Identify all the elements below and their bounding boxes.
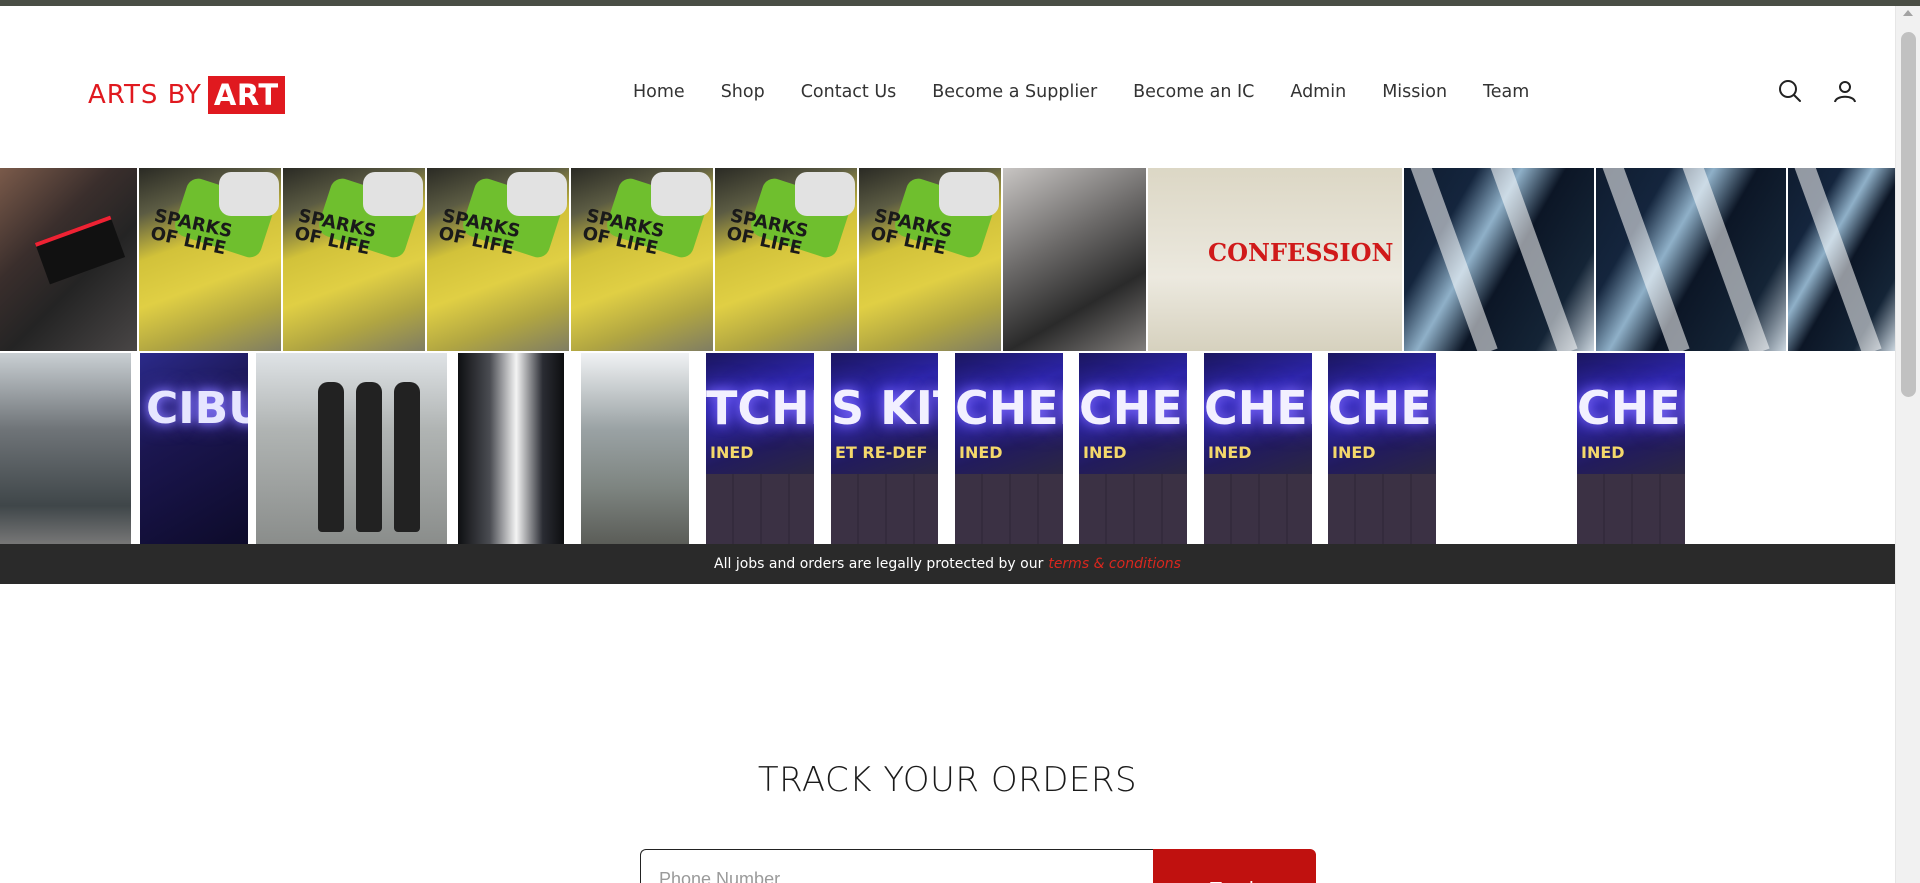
collage-photo-kitchen-sign: CHEN INED xyxy=(1328,353,1436,544)
collage-photo-lightbox xyxy=(458,353,564,544)
nav-item-mission[interactable]: Mission xyxy=(1382,82,1447,102)
collage-photo-people xyxy=(256,353,447,544)
terms-notice-bar: All jobs and orders are legally protecte… xyxy=(0,544,1895,584)
neon-sign-subtext: INED xyxy=(1083,443,1127,462)
neon-sign-text: CHEN xyxy=(1328,381,1436,435)
search-icon[interactable] xyxy=(1777,78,1803,104)
neon-sign-subtext: INED xyxy=(1332,443,1376,462)
collage-photo-shirts: SPARKS OF LIFE xyxy=(859,168,1001,351)
collage-photo-shirts: SPARKS OF LIFE xyxy=(283,168,425,351)
collage-row-2: CIBU TCHE INED S KITC ET RE-DEF CHEN INED C… xyxy=(0,353,1895,544)
collage-photo-street xyxy=(581,353,689,544)
nav-item-admin[interactable]: Admin xyxy=(1290,82,1346,102)
neon-sign-subtext: INED xyxy=(1581,443,1625,462)
collage-photo-blank xyxy=(1436,353,1577,544)
collage-photo-kitchen-sign: TCHE INED xyxy=(706,353,814,544)
neon-sign-text: CHEN xyxy=(955,381,1063,435)
terms-conditions-link[interactable]: terms & conditions xyxy=(1048,556,1181,572)
collage-photo-banner xyxy=(1788,168,1895,351)
nav-item-become-supplier[interactable]: Become a Supplier xyxy=(932,82,1097,102)
page-scrollbar[interactable] xyxy=(1895,6,1920,883)
track-button[interactable]: Track xyxy=(1153,849,1316,883)
collage-photo-shirts: SPARKS OF LIFE xyxy=(715,168,857,351)
collage-row-1: SPARKS OF LIFE SPARKS OF LIFE SPARKS OF … xyxy=(0,168,1895,351)
nav-item-shop[interactable]: Shop xyxy=(721,82,765,102)
brand-logo[interactable]: ARTS BY ART xyxy=(88,73,285,117)
collage-photo-storefront xyxy=(0,353,131,544)
collage-photo-kitchen-sign: CHEN INED xyxy=(955,353,1063,544)
collage-photo-tee: CONFESSION xyxy=(1148,168,1402,351)
neon-sign-subtext: ET RE-DEF xyxy=(835,443,928,462)
main-nav: Home Shop Contact Us Become a Supplier B… xyxy=(633,76,1529,108)
account-icon[interactable] xyxy=(1832,78,1858,104)
collage-photo-banner xyxy=(1596,168,1786,351)
tee-print: CONFESSION xyxy=(1208,238,1394,267)
site-header: ARTS BY ART Home Shop Contact Us Become … xyxy=(0,6,1895,168)
terms-notice-text: All jobs and orders are legally protecte… xyxy=(714,556,1044,572)
collage-photo-shirts: SPARKS OF LIFE xyxy=(139,168,281,351)
collage-photo-kitchen-sign: CHEN INED xyxy=(1079,353,1187,544)
brand-name-boxed: ART xyxy=(207,76,285,114)
scrollbar-thumb[interactable] xyxy=(1901,32,1916,397)
collage-photo-shirts: SPARKS OF LIFE xyxy=(571,168,713,351)
collage-photo-kitchen-sign: S KITC ET RE-DEF xyxy=(831,353,938,544)
neon-sign-text: CHEN xyxy=(1079,381,1187,435)
collage-photo-banner xyxy=(1404,168,1594,351)
scroll-up-arrow-icon[interactable] xyxy=(1903,10,1913,16)
collage-photo-kitchen-sign: CHEN INED xyxy=(1577,353,1685,544)
neon-sign-text: S KITC xyxy=(831,381,938,435)
neon-sign-subtext: INED xyxy=(959,443,1003,462)
nav-item-home[interactable]: Home xyxy=(633,82,685,102)
collage-photo-shirts: SPARKS OF LIFE xyxy=(427,168,569,351)
neon-sign-subtext: INED xyxy=(710,443,754,462)
brand-name-plain: ARTS BY xyxy=(88,80,202,110)
collage-photo-cap xyxy=(0,168,137,351)
collage-photo-kitchen-sign: CHEN INED xyxy=(1204,353,1312,544)
nav-item-team[interactable]: Team xyxy=(1483,82,1529,102)
phone-number-input[interactable] xyxy=(640,849,1160,883)
nav-item-contact-us[interactable]: Contact Us xyxy=(801,82,897,102)
photo-collage-banner: SPARKS OF LIFE SPARKS OF LIFE SPARKS OF … xyxy=(0,168,1895,584)
neon-sign-subtext: INED xyxy=(1208,443,1252,462)
track-orders-heading: TRACK YOUR ORDERS xyxy=(757,760,1138,800)
collage-photo-caps xyxy=(1003,168,1146,351)
collage-photo-neon-sign: CIBU xyxy=(140,353,248,544)
track-order-form: Track xyxy=(640,849,1316,883)
neon-sign-text: CHEN xyxy=(1577,381,1685,435)
neon-sign-text: CHEN xyxy=(1204,381,1312,435)
nav-item-become-ic[interactable]: Become an IC xyxy=(1133,82,1254,102)
neon-sign-text: TCHE xyxy=(706,381,814,435)
neon-sign-text: CIBU xyxy=(146,383,248,434)
